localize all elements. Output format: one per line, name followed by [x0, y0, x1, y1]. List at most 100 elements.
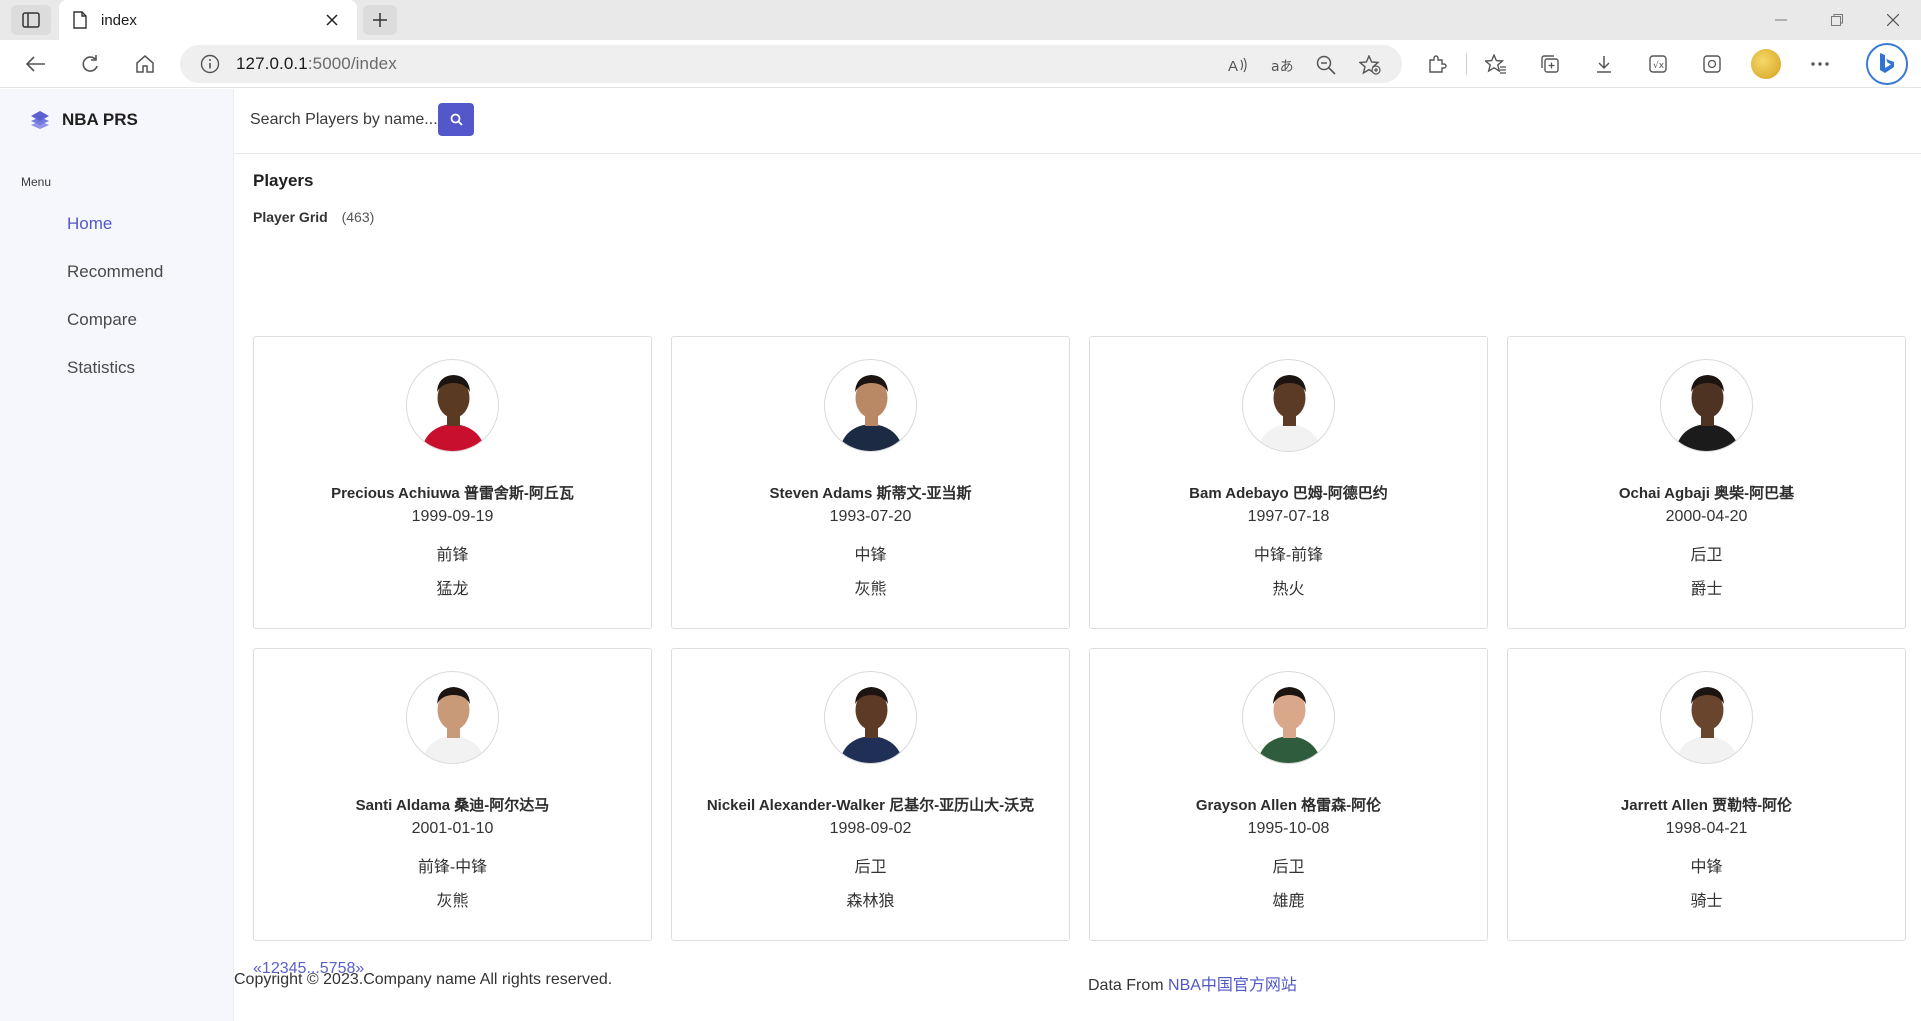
- player-birthdate: 1998-04-21: [1665, 820, 1748, 837]
- search-icon: [450, 113, 463, 126]
- read-aloud-icon[interactable]: A: [1220, 52, 1256, 78]
- player-card[interactable]: Bam Adebayo 巴姆-阿德巴约 1997-07-18 中锋-前锋热火: [1089, 336, 1488, 629]
- back-button[interactable]: [18, 48, 54, 80]
- downloads-icon[interactable]: [1577, 48, 1631, 80]
- site-info-icon[interactable]: [200, 54, 220, 74]
- translate-icon[interactable]: aあ: [1264, 52, 1300, 78]
- sidebar-item-statistics[interactable]: Statistics: [67, 358, 135, 378]
- player-card[interactable]: Steven Adams 斯蒂文-亚当斯 1993-07-20 中锋灰熊: [671, 336, 1070, 629]
- player-avatar: [406, 359, 499, 452]
- player-team: 灰熊: [854, 581, 887, 598]
- sidebar-item-compare[interactable]: Compare: [67, 310, 137, 330]
- player-avatar: [824, 359, 917, 452]
- collections-icon[interactable]: [1523, 48, 1577, 80]
- player-team: 雄鹿: [1272, 893, 1305, 910]
- player-name[interactable]: Steven Adams 斯蒂文-亚当斯: [672, 482, 1069, 503]
- player-position: 后卫: [1272, 859, 1305, 876]
- player-team: 森林狼: [846, 893, 895, 910]
- profile-avatar-icon[interactable]: [1739, 48, 1793, 80]
- plus-icon: [373, 13, 387, 27]
- player-position: 前锋: [436, 547, 469, 564]
- player-position: 中锋-前锋: [1253, 547, 1324, 564]
- player-avatar: [406, 671, 499, 764]
- refresh-button[interactable]: [72, 48, 108, 80]
- player-birthdate: 1998-09-02: [829, 820, 912, 837]
- player-name[interactable]: Bam Adebayo 巴姆-阿德巴约: [1090, 482, 1487, 503]
- new-tab-button[interactable]: [363, 5, 397, 35]
- minimize-button[interactable]: [1753, 0, 1809, 40]
- back-arrow-icon: [26, 56, 45, 72]
- more-options-icon[interactable]: [1793, 48, 1847, 80]
- player-name[interactable]: Jarrett Allen 贾勒特-阿伦: [1508, 794, 1905, 815]
- player-avatar: [1242, 359, 1335, 452]
- player-birthdate: 2000-04-20: [1665, 508, 1748, 525]
- brand-name: NBA PRS: [62, 110, 138, 129]
- player-avatar: [824, 671, 917, 764]
- player-position: 后卫: [854, 859, 887, 876]
- minimize-icon: [1775, 19, 1787, 21]
- tab-actions-button[interactable]: [11, 5, 51, 35]
- player-name[interactable]: Nickeil Alexander-Walker 尼基尔-亚历山大-沃克: [672, 794, 1069, 815]
- svg-text:aあ: aあ: [1271, 59, 1293, 74]
- player-card[interactable]: Precious Achiuwa 普雷舍斯-阿丘瓦 1999-09-19 前锋 猛龙: [253, 336, 652, 629]
- player-name[interactable]: Grayson Allen 格雷森-阿伦: [1090, 794, 1487, 815]
- browser-tab-strip: index: [0, 0, 1921, 40]
- address-toolbar: 127.0.0.1:5000/index A aあ √x: [0, 40, 1921, 88]
- copyright-text: Copyright © 2023.Company name All rights…: [234, 971, 613, 988]
- player-position: 中锋: [1690, 859, 1723, 876]
- player-card[interactable]: Santi Aldama 桑迪-阿尔达马 2001-01-10 前锋-中锋 灰熊: [253, 648, 652, 941]
- math-solver-icon[interactable]: √x: [1631, 48, 1685, 80]
- layers-logo-icon: [31, 111, 49, 129]
- extensions-icon[interactable]: [1410, 48, 1464, 80]
- player-birthdate: 1999-09-19: [411, 508, 494, 525]
- home-icon: [136, 55, 154, 73]
- data-source-link[interactable]: NBA中国官方网站: [1168, 977, 1297, 994]
- player-position: 后卫: [1690, 547, 1723, 564]
- tab-title: index: [101, 11, 137, 29]
- player-team: 爵士: [1690, 581, 1723, 598]
- close-window-button[interactable]: [1865, 0, 1921, 40]
- top-search-bar: [234, 89, 1921, 154]
- player-name[interactable]: Ochai Agbaji 奥柴-阿巴基: [1508, 482, 1905, 503]
- close-tab-icon[interactable]: [321, 9, 343, 31]
- player-team: 热火: [1272, 581, 1305, 598]
- svg-text:A: A: [1228, 58, 1238, 74]
- browser-tab[interactable]: index: [59, 0, 357, 40]
- add-favorite-icon[interactable]: [1352, 52, 1388, 78]
- sidebar: NBA PRS Menu Home Recommend Compare Stat…: [0, 89, 234, 1021]
- player-avatar: [1660, 359, 1753, 452]
- address-bar[interactable]: 127.0.0.1:5000/index A aあ: [180, 45, 1402, 83]
- page-icon: [73, 11, 87, 29]
- web-capture-icon[interactable]: [1685, 48, 1739, 80]
- sidebar-item-recommend[interactable]: Recommend: [67, 262, 163, 282]
- grid-label: Player Grid (463): [253, 209, 374, 225]
- svg-text:√x: √x: [1653, 60, 1665, 71]
- player-card[interactable]: Grayson Allen 格雷森-阿伦 1995-10-08 后卫雄鹿: [1089, 648, 1488, 941]
- search-input[interactable]: [234, 103, 438, 137]
- player-card[interactable]: Ochai Agbaji 奥柴-阿巴基 2000-04-20 后卫爵士: [1507, 336, 1906, 629]
- home-button[interactable]: [127, 48, 163, 80]
- restore-button[interactable]: [1809, 0, 1865, 40]
- player-name[interactable]: Santi Aldama 桑迪-阿尔达马: [254, 794, 651, 815]
- player-team: 骑士: [1690, 893, 1723, 910]
- player-team: 灰熊: [436, 893, 469, 910]
- refresh-icon: [82, 55, 98, 72]
- player-birthdate: 1997-07-18: [1247, 508, 1330, 525]
- player-birthdate: 1995-10-08: [1247, 820, 1330, 837]
- zoom-out-icon[interactable]: [1308, 52, 1344, 78]
- player-birthdate: 1993-07-20: [829, 508, 912, 525]
- sidebar-item-home[interactable]: Home: [67, 214, 112, 234]
- player-card[interactable]: Nickeil Alexander-Walker 尼基尔-亚历山大-沃克 1998…: [671, 648, 1070, 941]
- player-birthdate: 2001-01-10: [411, 820, 494, 837]
- player-card[interactable]: Jarrett Allen 贾勒特-阿伦 1998-04-21 中锋骑士: [1507, 648, 1906, 941]
- player-avatar: [1660, 671, 1753, 764]
- player-position: 中锋: [854, 547, 887, 564]
- player-name[interactable]: Precious Achiuwa 普雷舍斯-阿丘瓦: [254, 482, 651, 503]
- data-source-label: Data From: [1088, 977, 1169, 994]
- brand[interactable]: NBA PRS: [30, 110, 138, 130]
- search-button[interactable]: [438, 103, 474, 136]
- bing-copilot-icon[interactable]: [1866, 43, 1908, 85]
- toolbar-divider: [1466, 53, 1467, 75]
- favorites-icon[interactable]: [1469, 48, 1523, 80]
- url-text: 127.0.0.1:5000/index: [236, 54, 397, 73]
